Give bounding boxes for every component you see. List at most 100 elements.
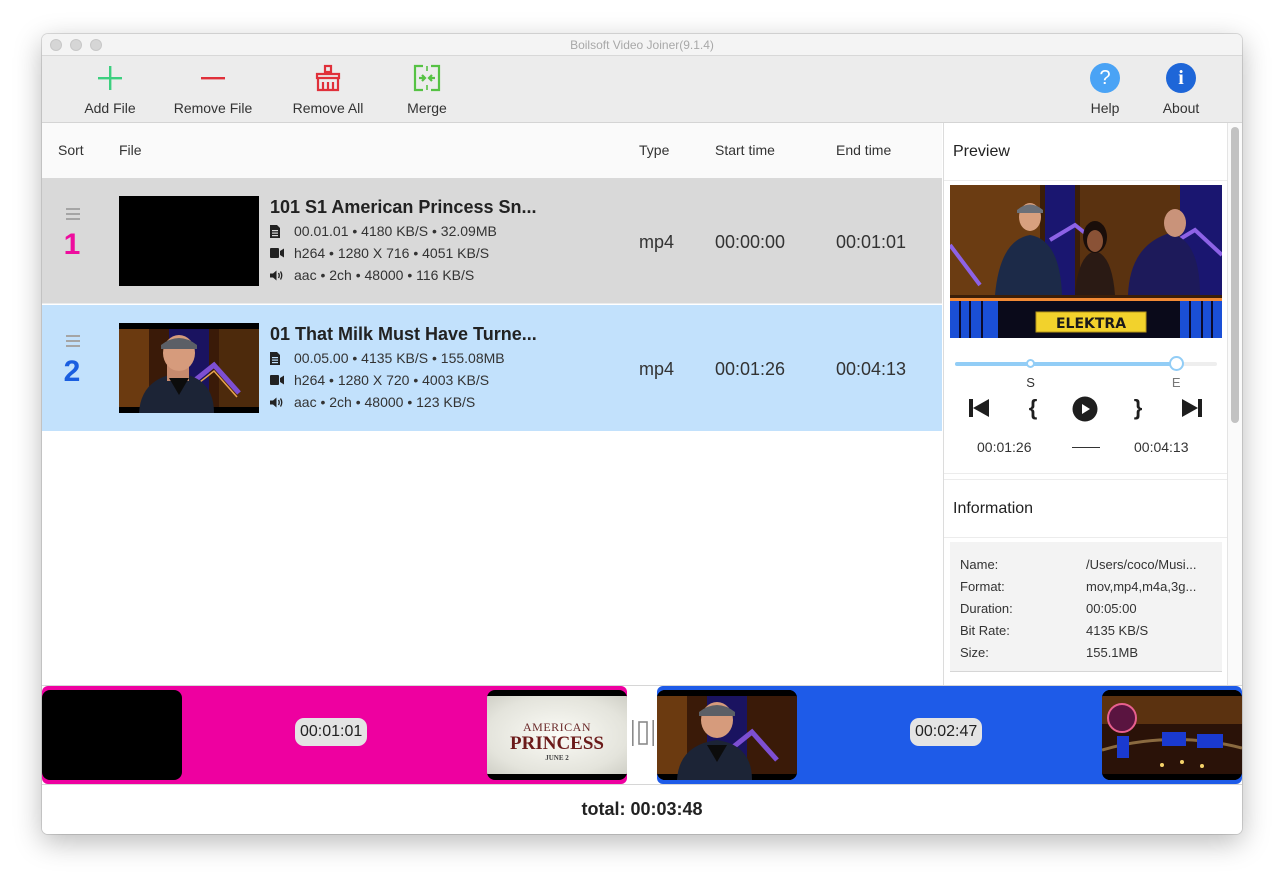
audio-info-text: aac • 2ch • 48000 • 116 KB/S [294,267,475,283]
remove-all-button[interactable]: Remove All [290,62,366,116]
title-bar: Boilsoft Video Joiner(9.1.4) [42,34,1242,56]
info-value: 00:05:00 [1086,601,1137,616]
audio-info: aac • 2ch • 48000 • 116 KB/S [270,267,474,283]
info-row-bitrate: Bit Rate: 4135 KB/S [960,623,1214,641]
preview-start-time: 00:01:26 [977,439,1032,455]
speaker-icon [270,270,286,281]
add-file-label: Add File [84,100,136,116]
clip-duration: 00:01:01 [295,718,368,746]
drag-handle-icon[interactable] [66,335,80,347]
merge-icon [402,62,452,94]
clip-start-thumbnail [42,690,182,780]
info-value: mov,mp4,m4a,3g... [1086,579,1197,594]
row-index: 1 [63,228,81,261]
table-row[interactable]: 2 01 That Milk Must Have Turne... 00.05.… [42,305,942,431]
file-type: mp4 [639,359,675,379]
header-file[interactable]: File [119,142,142,158]
video-info-text: h264 • 1280 X 720 • 4003 KB/S [294,372,490,388]
end-marker-label: E [1171,375,1181,390]
set-end-button[interactable]: } [1125,395,1151,421]
help-icon: ? [1090,63,1120,93]
info-key: Size: [960,645,989,660]
trim-slider[interactable] [955,356,1217,371]
play-button[interactable] [1071,395,1099,423]
preview-end-time: 00:04:13 [1134,439,1189,455]
timeline-clip-1[interactable]: 00:01:01 AMERICAN PRINCESS JUNE 2 [42,686,627,784]
table-row[interactable]: 1 101 S1 American Princess Sn... 00.01.0… [42,178,942,304]
info-row-duration: Duration: 00:05:00 [960,601,1214,619]
about-label: About [1162,100,1200,116]
info-value: /Users/coco/Musi... [1086,557,1197,572]
end-time[interactable]: 00:04:13 [836,359,906,380]
drag-handle-icon[interactable] [66,208,80,220]
file-info-text: 00.01.01 • 4180 KB/S • 32.09MB [294,223,497,239]
start-time[interactable]: 00:01:26 [715,359,785,380]
info-value: 4135 KB/S [1086,623,1149,638]
video-info-text: h264 • 1280 X 716 • 4051 KB/S [294,245,490,261]
side-panel: Preview ELEKTRA S E {} 00:01:26 00:04:1… [943,123,1227,685]
add-file-button[interactable]: Add File [80,62,140,116]
help-button[interactable]: ? Help [1085,62,1125,116]
header-sort[interactable]: Sort [58,142,84,158]
set-start-button[interactable]: { [1020,395,1046,421]
time-separator [1072,447,1100,448]
info-row-format: Format: mov,mp4,m4a,3g... [960,579,1214,597]
end-marker-handle[interactable] [1168,356,1184,371]
audio-info-text: aac • 2ch • 48000 • 123 KB/S [294,394,476,410]
timeline-clip-2[interactable]: 00:02:47 [657,686,1242,784]
total-duration: total: 00:03:48 [42,785,1242,834]
clip-start-thumbnail [657,690,797,780]
start-marker-label: S [1026,375,1035,390]
file-list: Sort File Type Start time End time 1 101… [42,123,942,685]
remove-file-label: Remove File [173,100,253,116]
app-window: Boilsoft Video Joiner(9.1.4) Add File Re… [42,34,1242,834]
scrollbar-thumb[interactable] [1231,127,1239,423]
video-thumbnail [119,196,259,286]
clip-end-thumbnail [1102,690,1242,780]
video-camera-icon [270,248,286,258]
video-thumbnail [119,323,259,413]
window-title: Boilsoft Video Joiner(9.1.4) [570,38,714,52]
file-name: 01 That Milk Must Have Turne... [270,324,537,344]
file-name: 101 S1 American Princess Sn... [270,197,537,217]
header-end-time[interactable]: End time [836,142,891,158]
video-info: h264 • 1280 X 720 • 4003 KB/S [270,372,489,388]
toolbar: Add File Remove File Remove All Merge ? … [42,56,1242,123]
about-button[interactable]: i About [1156,62,1206,116]
open-brace-icon: { [1028,395,1038,420]
video-camera-icon [270,375,286,385]
preview-video[interactable]: ELEKTRA [950,185,1222,338]
video-info: h264 • 1280 X 716 • 4051 KB/S [270,245,489,261]
header-start-time[interactable]: Start time [715,142,775,158]
remove-file-button[interactable]: Remove File [173,62,253,116]
end-time[interactable]: 00:01:01 [836,232,906,253]
broom-icon [290,62,366,94]
remove-all-label: Remove All [292,100,364,116]
skip-back-icon [969,399,989,417]
file-icon [270,224,286,238]
info-row-size: Size: 155.1MB [960,645,1214,663]
start-marker-handle[interactable] [1026,359,1036,368]
divider [944,479,1227,480]
divider [944,180,1227,181]
clip-split-icon[interactable] [631,720,655,746]
merge-button[interactable]: Merge [402,62,452,116]
audio-info: aac • 2ch • 48000 • 123 KB/S [270,394,475,410]
info-key: Format: [960,579,1005,594]
row-index: 2 [63,355,81,388]
file-info-text: 00.05.00 • 4135 KB/S • 155.08MB [294,350,505,366]
next-button[interactable] [1179,395,1205,421]
header-type[interactable]: Type [639,142,669,158]
skip-forward-icon [1182,399,1202,417]
speaker-icon [270,397,286,408]
file-info: 00.01.01 • 4180 KB/S • 32.09MB [270,223,497,239]
thumb-text: PRINCESS [510,733,604,754]
start-time[interactable]: 00:00:00 [715,232,785,253]
previous-button[interactable] [966,395,992,421]
side-panel-scrollbar[interactable] [1227,123,1242,685]
timeline: 00:01:01 AMERICAN PRINCESS JUNE 2 00:02:… [42,685,1242,785]
clip-end-thumbnail: AMERICAN PRINCESS JUNE 2 [487,690,627,780]
info-key: Bit Rate: [960,623,1010,638]
slider-fill [955,362,1176,366]
info-table: Name: /Users/coco/Musi... Format: mov,mp4,… [950,542,1222,672]
